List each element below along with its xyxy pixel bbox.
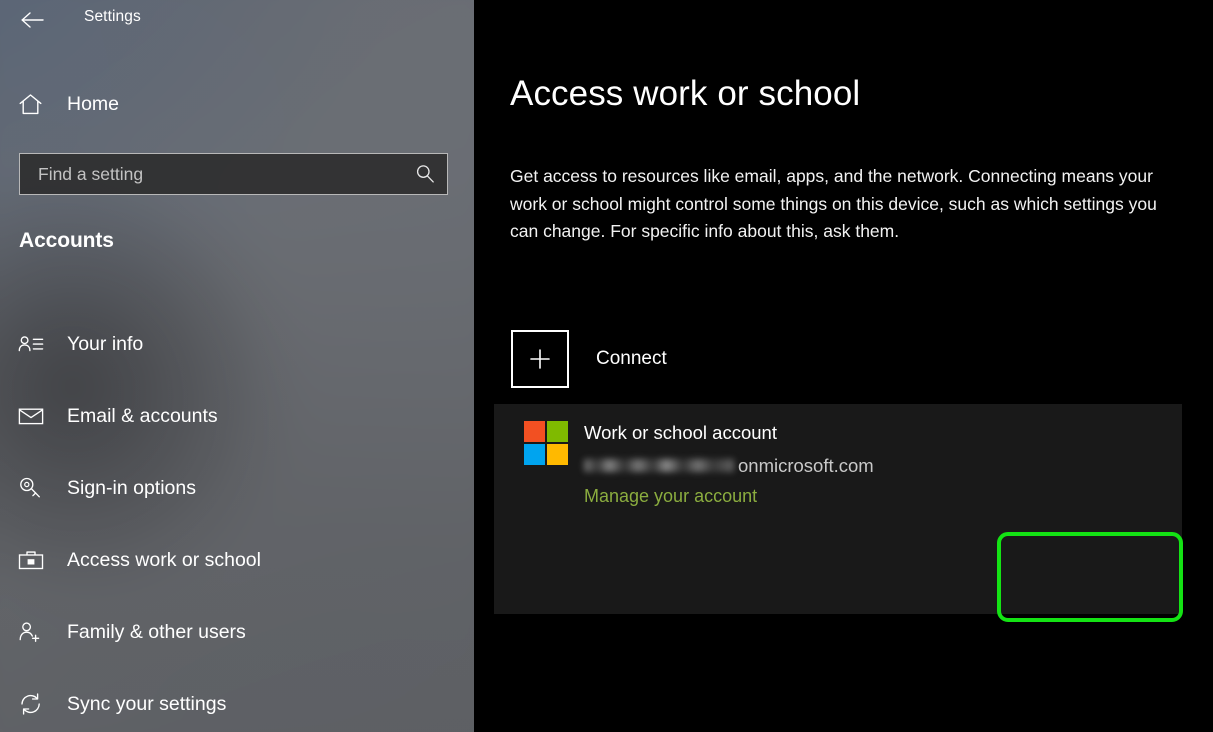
account-email: onmicrosoft.com xyxy=(584,453,874,478)
sidebar-item-label: Family & other users xyxy=(67,620,246,643)
search-icon[interactable] xyxy=(403,163,447,185)
key-icon xyxy=(18,476,48,500)
sync-icon xyxy=(18,692,48,716)
account-email-redacted xyxy=(584,459,734,472)
account-title: Work or school account xyxy=(584,422,777,443)
sidebar-item-signin-options[interactable]: Sign-in options xyxy=(0,452,474,524)
connect-button[interactable]: Connect xyxy=(511,330,667,388)
sidebar-item-label: Access work or school xyxy=(67,548,261,571)
sidebar-item-home[interactable]: Home xyxy=(0,85,440,123)
connect-label: Connect xyxy=(596,348,667,369)
window-title: Settings xyxy=(84,8,141,25)
briefcase-icon xyxy=(18,549,48,571)
account-email-domain: onmicrosoft.com xyxy=(738,454,874,476)
manage-your-account-link[interactable]: Manage your account xyxy=(584,486,757,507)
sidebar-item-your-info[interactable]: Your info xyxy=(0,308,474,380)
sidebar-item-sync-your-settings[interactable]: Sync your settings xyxy=(0,668,474,732)
search-input[interactable] xyxy=(38,163,403,185)
user-info-icon xyxy=(18,333,48,355)
settings-window: Settings Home Find a setting Accounts Yo… xyxy=(0,0,1213,732)
settings-sidebar: Settings Home Find a setting Accounts Yo… xyxy=(0,0,474,732)
sidebar-item-email-accounts[interactable]: Email & accounts xyxy=(0,380,474,452)
sidebar-item-access-work-or-school[interactable]: Access work or school xyxy=(0,524,474,596)
home-icon xyxy=(18,93,48,116)
sidebar-item-label: Email & accounts xyxy=(67,404,218,427)
main-content: Access work or school Get access to reso… xyxy=(474,0,1213,732)
work-or-school-account-card[interactable]: Work or school account onmicrosoft.com M… xyxy=(494,404,1182,614)
sidebar-item-home-label: Home xyxy=(67,92,120,115)
sidebar-item-label: Sync your settings xyxy=(67,692,227,715)
search-box[interactable] xyxy=(19,153,448,195)
user-add-icon xyxy=(18,620,48,644)
back-arrow-icon xyxy=(21,12,44,28)
sidebar-category-title: Accounts xyxy=(19,229,114,252)
back-button[interactable] xyxy=(14,3,50,37)
sidebar-item-label: Sign-in options xyxy=(67,476,196,499)
envelope-icon xyxy=(18,406,48,426)
sidebar-item-label: Your info xyxy=(67,332,144,355)
page-description: Get access to resources like email, apps… xyxy=(510,166,1157,241)
sidebar-item-family-other-users[interactable]: Family & other users xyxy=(0,596,474,668)
sidebar-nav-list: Your info Email & accounts Sign-in optio… xyxy=(0,308,474,732)
page-title: Access work or school xyxy=(510,74,861,113)
plus-icon xyxy=(511,330,569,388)
title-bar: Settings xyxy=(0,0,474,40)
microsoft-logo-icon xyxy=(524,421,568,465)
